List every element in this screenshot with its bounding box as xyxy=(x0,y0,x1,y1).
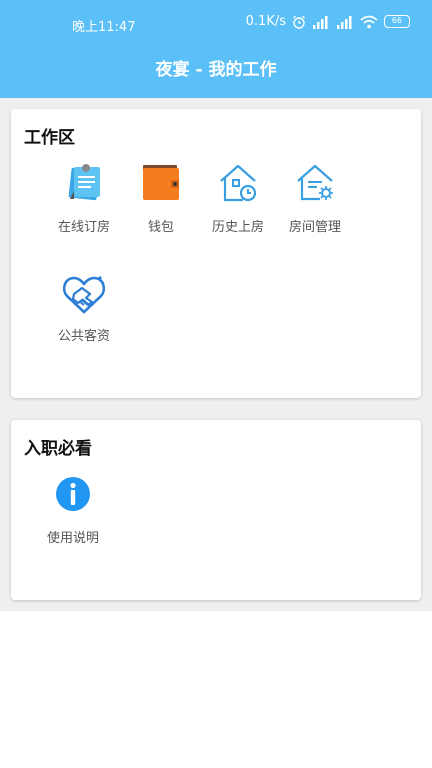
status-bar: 晚上11:47 0.1K/s 66 xyxy=(0,0,432,48)
signal-icon-2 xyxy=(337,15,352,29)
tile-room-management[interactable]: 房间管理 xyxy=(276,163,354,253)
onboarding-section-title: 入职必看 xyxy=(24,439,92,459)
online-booking-icon xyxy=(68,164,100,201)
network-speed: 0.1K/s xyxy=(245,14,286,29)
alarm-icon xyxy=(293,15,305,29)
work-section-card: 工作区 在线订房 钱包 历史上房 房间管理 公共客资 xyxy=(11,109,421,398)
battery-icon: 66 xyxy=(384,15,410,28)
tile-label: 公共客资 xyxy=(57,329,110,344)
onboarding-section-card: 入职必看 使用说明 xyxy=(11,420,421,600)
wifi-icon xyxy=(360,15,378,28)
room-management-icon xyxy=(297,164,333,201)
tile-label: 钱包 xyxy=(147,220,174,235)
handshake-icon xyxy=(62,276,106,314)
wallet-icon xyxy=(143,165,179,200)
tile-public-clients[interactable]: 公共客资 xyxy=(45,272,123,362)
tile-label: 使用说明 xyxy=(46,531,99,546)
tile-label: 历史上房 xyxy=(211,220,264,235)
tile-history-house[interactable]: 历史上房 xyxy=(199,163,277,253)
page-title: 夜宴 - 我的工作 xyxy=(155,60,277,80)
signal-icon xyxy=(313,15,328,29)
app-header: 晚上11:47 0.1K/s 66 夜宴 - 我的工作 xyxy=(0,0,432,98)
history-house-icon xyxy=(220,164,257,202)
tile-instructions[interactable]: 使用说明 xyxy=(34,474,112,564)
status-time: 晚上11:47 xyxy=(72,20,136,35)
tile-label: 房间管理 xyxy=(288,220,341,235)
info-icon xyxy=(56,477,90,511)
status-icons: 0.1K/s 66 xyxy=(246,14,410,29)
tile-label: 在线订房 xyxy=(57,220,110,235)
tile-online-booking[interactable]: 在线订房 xyxy=(45,163,123,253)
work-section-title: 工作区 xyxy=(24,128,75,148)
tile-wallet[interactable]: 钱包 xyxy=(122,163,200,253)
